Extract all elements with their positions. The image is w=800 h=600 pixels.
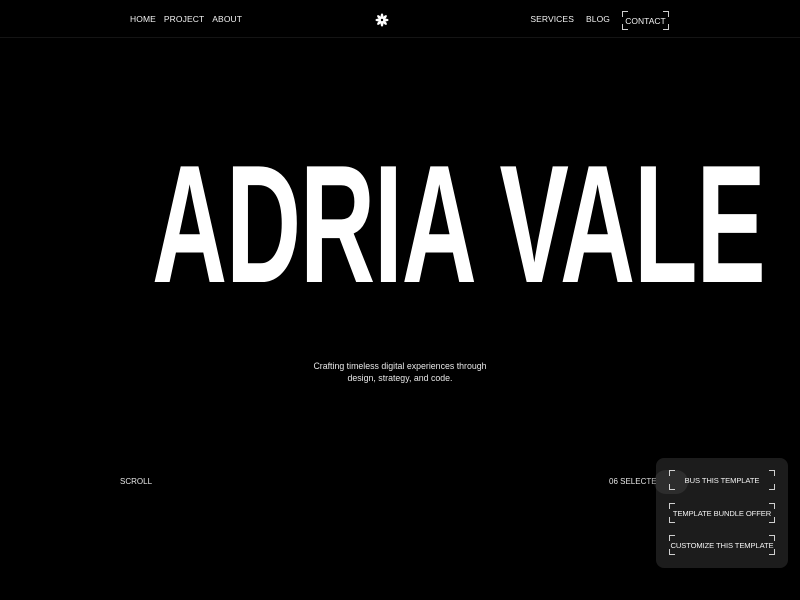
nav-home-link[interactable]: HOME xyxy=(130,14,156,24)
bracket-corner xyxy=(769,470,775,476)
nav-project-link[interactable]: PROJECT xyxy=(164,14,204,24)
customize-template-button[interactable]: CUSTOMIZE THIS TEMPLATE xyxy=(669,535,775,555)
bracket-corner xyxy=(622,24,628,30)
bracket-corner xyxy=(669,484,675,490)
asterisk-flower-icon[interactable] xyxy=(375,13,389,27)
nav-services-link[interactable]: SERVICES xyxy=(530,14,574,24)
template-promo-panel: BUS THIS TEMPLATE TEMPLATE BUNDLE OFFER … xyxy=(656,458,788,568)
nav-blog-link[interactable]: BLOG xyxy=(586,14,610,24)
bracket-corner xyxy=(669,517,675,523)
bracket-corner xyxy=(669,535,675,541)
bracket-corner xyxy=(769,503,775,509)
bracket-corner xyxy=(769,535,775,541)
customize-template-label: CUSTOMIZE THIS TEMPLATE xyxy=(670,540,774,550)
secondary-nav: SERVICES BLOG xyxy=(530,14,610,24)
hero-tagline-line2: design, strategy, and code. xyxy=(347,373,453,383)
template-bundle-button[interactable]: TEMPLATE BUNDLE OFFER xyxy=(669,503,775,523)
hero-tagline: Crafting timeless digital experiences th… xyxy=(300,360,500,384)
hero-title: ADRIA VALE xyxy=(152,130,766,318)
bracket-corner xyxy=(669,549,675,555)
contact-button-label: CONTACT xyxy=(625,15,666,26)
bracket-corner xyxy=(663,11,669,17)
top-navbar: HOME PROJECT ABOUT SERVICES BLOG CONTACT xyxy=(0,0,800,38)
buy-template-button[interactable]: BUS THIS TEMPLATE xyxy=(669,470,775,490)
scroll-indicator[interactable]: SCROLL xyxy=(120,477,152,486)
hero-tagline-line1: Crafting timeless digital experiences th… xyxy=(313,361,487,371)
bracket-corner xyxy=(769,517,775,523)
template-bundle-label: TEMPLATE BUNDLE OFFER xyxy=(672,508,772,518)
bracket-corner xyxy=(622,11,628,17)
bracket-corner xyxy=(663,24,669,30)
primary-nav: HOME PROJECT ABOUT xyxy=(130,14,242,24)
bracket-corner xyxy=(669,470,675,476)
bracket-corner xyxy=(769,549,775,555)
nav-about-link[interactable]: ABOUT xyxy=(212,14,242,24)
bracket-corner xyxy=(769,484,775,490)
contact-button[interactable]: CONTACT xyxy=(622,11,669,30)
buy-template-label: BUS THIS TEMPLATE xyxy=(684,475,760,485)
bracket-corner xyxy=(669,503,675,509)
